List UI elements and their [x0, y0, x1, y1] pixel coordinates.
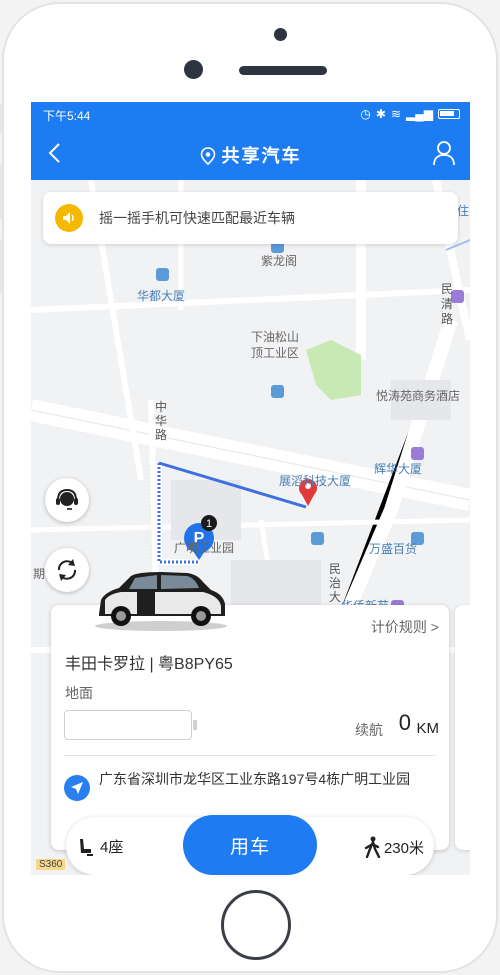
seat-info: 4座: [76, 836, 123, 857]
vehicle-card: 计价规则 > 丰田卡罗拉 | 粤B8PY65 地面 续航 0 KM 广东省深圳市…: [51, 605, 449, 850]
walk-icon: [364, 836, 381, 858]
volume-down-button: [0, 239, 2, 294]
seat-count: 4座: [100, 839, 124, 856]
nav-bar: 共享汽车: [31, 126, 470, 180]
map-label-zhonghua: 中华路: [155, 400, 168, 442]
shake-banner[interactable]: 摇一摇手机可快速匹配最近车辆: [43, 192, 458, 244]
page-title: 共享汽车: [31, 142, 470, 168]
next-card-edge[interactable]: [455, 605, 470, 850]
use-car-button[interactable]: 用车: [183, 815, 317, 875]
map-label-yuetao: 悦涛苑商务酒店: [376, 389, 461, 403]
home-button[interactable]: [221, 890, 291, 960]
map-label-s360: S360: [36, 859, 66, 870]
bluetooth-icon: ✱: [375, 107, 386, 121]
location-pin-icon: [200, 147, 215, 165]
battery-tip: [193, 720, 197, 730]
vehicle-address: 广东省深圳市龙华区工业东路197号4栋广明工业园: [99, 771, 411, 787]
map-label-xiayou2: 顶工业区: [251, 346, 300, 360]
alarm-icon: ◷: [360, 107, 371, 121]
battery-level-bar: [64, 710, 192, 740]
map-label-huadu: 华都大厦: [137, 289, 186, 303]
map-label-wansheng: 万盛百货: [369, 542, 418, 556]
battery-icon: [438, 109, 460, 119]
banner-text: 摇一摇手机可快速匹配最近车辆: [99, 210, 295, 226]
map-label-huihua: 辉华大厦: [374, 462, 423, 476]
speaker-icon: [55, 204, 83, 232]
map-label-xiayou: 下油松山: [251, 330, 300, 344]
wifi-icon: ≋: [390, 107, 402, 121]
navigate-icon[interactable]: [64, 775, 90, 801]
volume-up-button: [0, 164, 2, 219]
map-label-zhu: 住: [457, 204, 470, 218]
map-label-zhanhao: 展滔科技大厦: [279, 474, 352, 488]
range-label: 续航: [355, 722, 383, 738]
range-unit: KM: [416, 720, 440, 737]
app-screen: 下午5:44 ◷ ✱ ≋ ▂▄▆ 共享汽车 P 1 紫龙阁 华都大厦 下油松山 …: [31, 102, 470, 875]
status-bar: 下午5:44 ◷ ✱ ≋ ▂▄▆: [31, 102, 470, 126]
page-title-text: 共享汽车: [221, 146, 302, 166]
customer-service-icon: [56, 488, 78, 510]
pricing-rules-link[interactable]: 计价规则 >: [371, 617, 439, 637]
car-name: 丰田卡罗拉 | 粤B8PY65: [65, 656, 233, 673]
user-icon[interactable]: [432, 140, 456, 166]
status-time: 下午5:44: [43, 109, 91, 123]
bottom-action-bar: 4座 用车 230米: [66, 815, 434, 875]
car-image: [95, 572, 227, 631]
customer-service-button[interactable]: [45, 478, 89, 522]
seat-icon: [80, 838, 93, 856]
parking-count: 1: [206, 518, 212, 530]
refresh-icon: [57, 559, 77, 581]
map-label-qi: 期: [33, 567, 46, 581]
parking-type: 地面: [65, 685, 93, 701]
map-label-minqing: 民清路: [441, 282, 454, 326]
mute-switch: [0, 104, 2, 134]
front-camera: [184, 60, 203, 79]
signal-icon: ▂▄▆: [406, 107, 433, 121]
status-icons: ◷ ✱ ≋ ▂▄▆: [360, 107, 460, 121]
walk-distance-value: 230米: [383, 839, 424, 857]
card-divider: [64, 755, 436, 756]
earpiece-speaker: [239, 66, 327, 75]
refresh-button[interactable]: [45, 548, 89, 592]
walk-distance: 230米: [363, 836, 424, 858]
map-label-zilongge: 紫龙阁: [261, 254, 298, 268]
sensor-dot: [274, 28, 287, 41]
range-value: 0: [398, 710, 411, 735]
map-label-guangming: 广明工业园: [174, 541, 235, 555]
